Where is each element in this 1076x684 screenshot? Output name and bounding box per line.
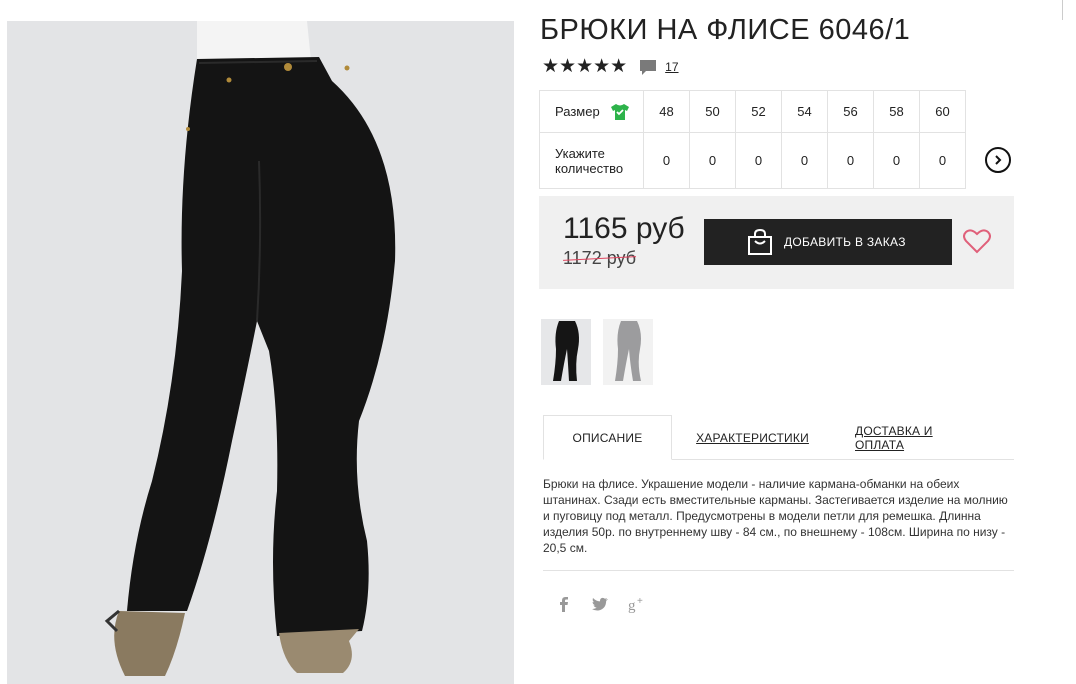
size-row: Размер 48 50 52 54 56 58 60 [539, 90, 966, 133]
size-cell: 56 [827, 90, 874, 133]
size-label: Размер [555, 104, 600, 119]
google-plus-icon[interactable]: g + [628, 595, 646, 613]
review-count-link[interactable]: 17 [665, 60, 678, 74]
current-price: 1165 руб [563, 212, 685, 245]
add-to-order-label: ДОБАВИТЬ В ЗАКАЗ [784, 235, 906, 249]
quantity-input[interactable]: 0 [781, 132, 828, 189]
quantity-input[interactable]: 0 [827, 132, 874, 189]
size-cell: 48 [643, 90, 690, 133]
product-main-image[interactable] [7, 21, 514, 684]
quantity-label: Укажите количество [539, 132, 644, 189]
size-cell: 54 [781, 90, 828, 133]
size-cell: 58 [873, 90, 920, 133]
quantity-input[interactable]: 0 [919, 132, 966, 189]
heart-icon[interactable] [963, 228, 991, 254]
tab-delivery-payment[interactable]: ДОСТАВКА И ОПЛАТА [855, 415, 981, 460]
svg-text:+: + [637, 596, 643, 607]
size-cell: 50 [689, 90, 736, 133]
quantity-row: Укажите количество 0 0 0 0 0 0 0 [539, 132, 966, 189]
thumbnail-black[interactable] [541, 319, 591, 385]
size-cell: 52 [735, 90, 782, 133]
comment-icon[interactable] [639, 58, 657, 76]
product-title: БРЮКИ НА ФЛИСЕ 6046/1 [540, 14, 911, 46]
page-edge-line [1062, 0, 1063, 20]
product-description: Брюки на флисе. Украшение модели - налич… [543, 477, 1008, 555]
size-quantity-table: Размер 48 50 52 54 56 58 60 Укажите коли… [539, 90, 966, 189]
size-label-cell: Размер [539, 90, 644, 133]
tab-description[interactable]: ОПИСАНИЕ [543, 415, 672, 460]
quantity-input[interactable]: 0 [643, 132, 690, 189]
quantity-input[interactable]: 0 [873, 132, 920, 189]
divider [543, 570, 1014, 571]
rating-stars: ★★★★★ [542, 56, 628, 77]
tab-characteristics[interactable]: ХАРАКТЕРИСТИКИ [696, 415, 809, 460]
old-price: 1172 руб [563, 248, 636, 269]
price-box: 1165 руб 1172 руб ДОБАВИТЬ В ЗАКАЗ [539, 196, 1014, 289]
facebook-icon[interactable] [555, 595, 573, 613]
add-to-order-button[interactable]: ДОБАВИТЬ В ЗАКАЗ [704, 219, 952, 265]
twitter-icon[interactable] [591, 595, 609, 613]
shopping-bag-icon [748, 228, 772, 255]
quantity-input[interactable]: 0 [735, 132, 782, 189]
quantity-input[interactable]: 0 [689, 132, 736, 189]
thumbnail-grey[interactable] [603, 319, 653, 385]
tshirt-icon[interactable] [610, 103, 630, 121]
rating-row: ★★★★★ 17 [542, 57, 679, 77]
size-cell: 60 [919, 90, 966, 133]
svg-text:g: g [628, 598, 636, 613]
chevron-right-icon [995, 155, 1002, 165]
next-sizes-button[interactable] [985, 147, 1011, 173]
product-tabs: ОПИСАНИЕ ХАРАКТЕРИСТИКИ ДОСТАВКА И ОПЛАТ… [543, 415, 1014, 460]
